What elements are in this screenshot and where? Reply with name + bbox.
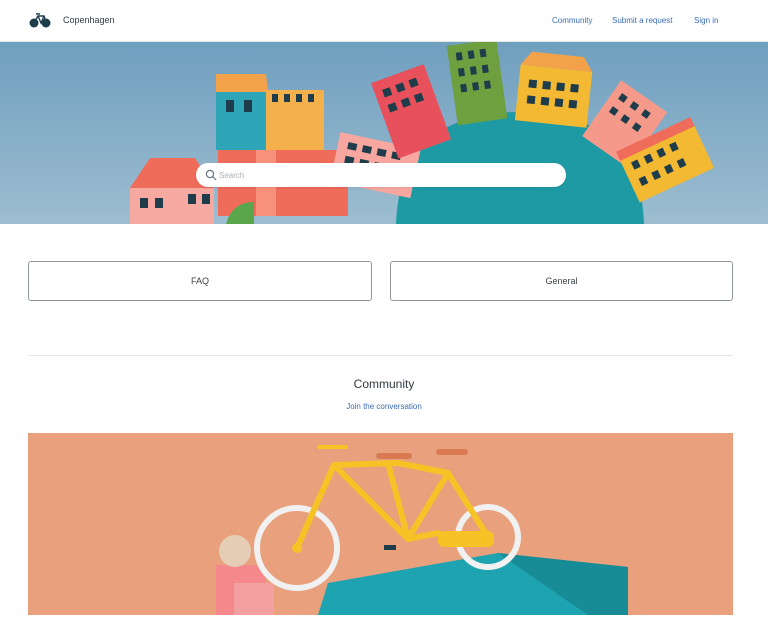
bicycle-icon[interactable]: [29, 12, 51, 28]
category-general-block[interactable]: General: [390, 261, 733, 301]
nav-submit-request-link[interactable]: Submit a request: [612, 16, 672, 25]
category-faq-block[interactable]: FAQ: [28, 261, 372, 301]
category-label: FAQ: [190, 276, 209, 286]
section-divider: [28, 355, 733, 356]
search-input[interactable]: [219, 166, 549, 184]
category-label: General: [545, 276, 578, 286]
hero-banner: [0, 42, 768, 224]
nav-community-link[interactable]: Community: [552, 16, 592, 25]
search-icon: [205, 169, 217, 181]
join-conversation-link[interactable]: Join the conversation: [0, 402, 768, 411]
nav-sign-in-link[interactable]: Sign in: [694, 16, 718, 25]
hero-illustration: [0, 42, 768, 224]
tandem-bike-illustration: [28, 433, 733, 615]
search-bar: [196, 163, 566, 187]
community-image[interactable]: [28, 433, 733, 615]
community-title: Community: [353, 377, 415, 391]
brand-name[interactable]: Copenhagen: [63, 15, 115, 25]
site-header: Copenhagen Community Submit a request Si…: [0, 0, 768, 42]
